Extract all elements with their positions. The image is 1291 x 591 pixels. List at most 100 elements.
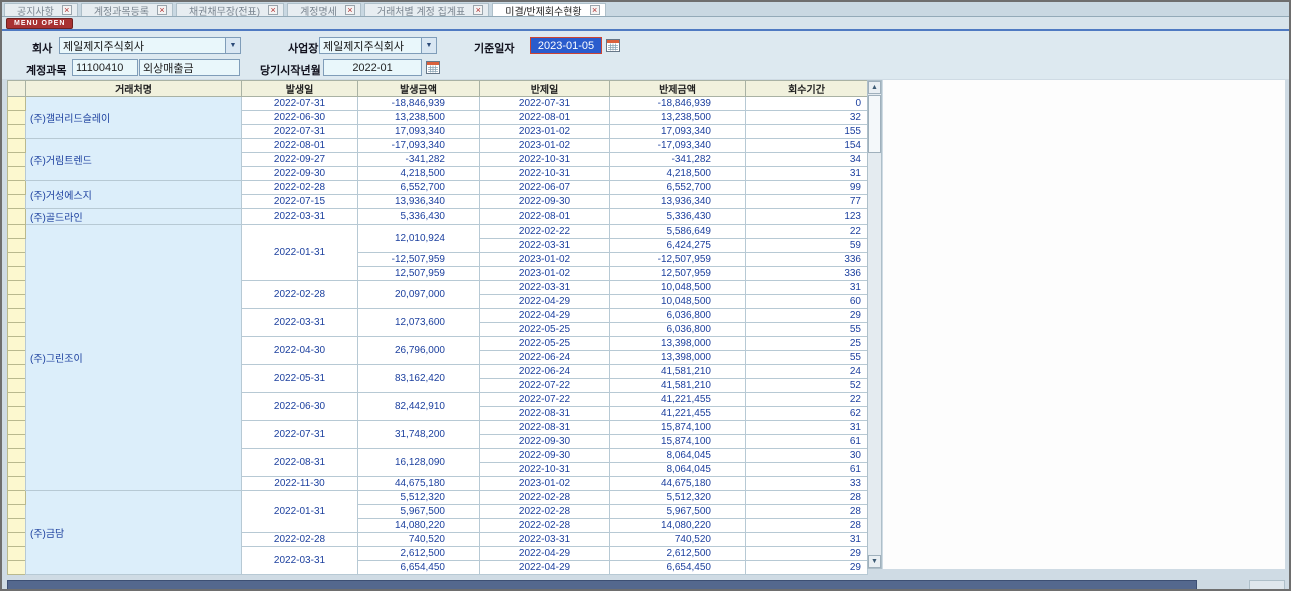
scroll-down-icon[interactable]: ▼ (868, 555, 881, 568)
tab-거래처별 계정 집계표[interactable]: 거래처별 계정 집계표× (364, 3, 489, 16)
row-indicator[interactable] (8, 379, 26, 393)
row-indicator[interactable] (8, 519, 26, 533)
settlement-amount-cell[interactable]: -18,846,939 (610, 97, 746, 111)
customer-name-cell[interactable]: (주)골드라인 (26, 209, 242, 225)
row-indicator[interactable] (8, 435, 26, 449)
calendar-icon[interactable] (606, 39, 620, 52)
collection-days-cell[interactable]: 29 (746, 309, 868, 323)
collection-days-cell[interactable]: 336 (746, 267, 868, 281)
collection-days-cell[interactable]: 34 (746, 153, 868, 167)
settlement-date-cell[interactable]: 2022-10-31 (480, 463, 610, 477)
customer-name-cell[interactable]: (주)거림트렌드 (26, 139, 242, 181)
settlement-amount-cell[interactable]: 15,874,100 (610, 435, 746, 449)
settlement-amount-cell[interactable]: -12,507,959 (610, 253, 746, 267)
settlement-date-cell[interactable]: 2023-01-02 (480, 267, 610, 281)
settlement-amount-cell[interactable]: 12,507,959 (610, 267, 746, 281)
settlement-amount-cell[interactable]: 5,967,500 (610, 505, 746, 519)
row-indicator[interactable] (8, 195, 26, 209)
settlement-date-cell[interactable]: 2022-02-28 (480, 505, 610, 519)
occurrence-date-cell[interactable]: 2022-07-31 (242, 97, 358, 111)
settlement-amount-cell[interactable]: -17,093,340 (610, 139, 746, 153)
settlement-date-cell[interactable]: 2022-02-28 (480, 491, 610, 505)
occurrence-amount-cell[interactable]: 13,238,500 (358, 111, 480, 125)
horizontal-scrollbar[interactable] (7, 580, 1247, 590)
row-indicator[interactable] (8, 463, 26, 477)
account-code-input[interactable] (72, 59, 138, 76)
occurrence-date-cell[interactable]: 2022-08-31 (242, 449, 358, 477)
collection-days-cell[interactable]: 155 (746, 125, 868, 139)
row-indicator[interactable] (8, 225, 26, 239)
settlement-date-cell[interactable]: 2022-04-29 (480, 295, 610, 309)
row-indicator[interactable] (8, 561, 26, 575)
settlement-amount-cell[interactable]: 4,218,500 (610, 167, 746, 181)
collection-days-cell[interactable]: 55 (746, 323, 868, 337)
occurrence-date-cell[interactable]: 2022-08-01 (242, 139, 358, 153)
settlement-amount-cell[interactable]: 13,398,000 (610, 351, 746, 365)
settlement-date-cell[interactable]: 2023-01-02 (480, 253, 610, 267)
occurrence-date-cell[interactable]: 2022-07-15 (242, 195, 358, 209)
settlement-amount-cell[interactable]: 41,581,210 (610, 379, 746, 393)
period-start-input[interactable] (323, 59, 422, 76)
occurrence-amount-cell[interactable]: 12,507,959 (358, 267, 480, 281)
occurrence-amount-cell[interactable]: 26,796,000 (358, 337, 480, 365)
tab-미결/반제회수현황[interactable]: 미결/반제회수현황× (492, 3, 605, 16)
collection-days-cell[interactable]: 59 (746, 239, 868, 253)
settlement-date-cell[interactable]: 2022-10-31 (480, 167, 610, 181)
settlement-amount-cell[interactable]: 8,064,045 (610, 449, 746, 463)
occurrence-amount-cell[interactable]: 13,936,340 (358, 195, 480, 209)
occurrence-amount-cell[interactable]: 5,967,500 (358, 505, 480, 519)
collection-days-cell[interactable]: 30 (746, 449, 868, 463)
vertical-scroll-thumb[interactable] (868, 95, 881, 153)
settlement-amount-cell[interactable]: 14,080,220 (610, 519, 746, 533)
settlement-amount-cell[interactable]: 6,036,800 (610, 309, 746, 323)
settlement-date-cell[interactable]: 2022-06-24 (480, 351, 610, 365)
customer-name-cell[interactable]: (주)갤러리드슬레이 (26, 97, 242, 139)
row-indicator[interactable] (8, 111, 26, 125)
collection-days-cell[interactable]: 31 (746, 533, 868, 547)
row-indicator[interactable] (8, 449, 26, 463)
occurrence-amount-cell[interactable]: -341,282 (358, 153, 480, 167)
tab-close-icon[interactable]: × (590, 5, 600, 15)
collection-days-cell[interactable]: 22 (746, 225, 868, 239)
tab-close-icon[interactable]: × (345, 5, 355, 15)
collection-days-cell[interactable]: 61 (746, 463, 868, 477)
row-indicator[interactable] (8, 153, 26, 167)
customer-name-cell[interactable]: (주)금담 (26, 491, 242, 575)
collection-days-cell[interactable]: 28 (746, 519, 868, 533)
occurrence-amount-cell[interactable]: -18,846,939 (358, 97, 480, 111)
occurrence-date-cell[interactable]: 2022-03-31 (242, 209, 358, 225)
row-indicator[interactable] (8, 533, 26, 547)
settlement-amount-cell[interactable]: 6,552,700 (610, 181, 746, 195)
settlement-date-cell[interactable]: 2023-01-02 (480, 477, 610, 491)
settlement-date-cell[interactable]: 2022-03-31 (480, 533, 610, 547)
tab-close-icon[interactable]: × (473, 5, 483, 15)
collection-days-cell[interactable]: 31 (746, 167, 868, 181)
occurrence-amount-cell[interactable]: 4,218,500 (358, 167, 480, 181)
settlement-amount-cell[interactable]: 8,064,045 (610, 463, 746, 477)
collection-days-cell[interactable]: 31 (746, 421, 868, 435)
occurrence-date-cell[interactable]: 2022-03-31 (242, 309, 358, 337)
settlement-amount-cell[interactable]: 5,586,649 (610, 225, 746, 239)
settlement-amount-cell[interactable]: 15,874,100 (610, 421, 746, 435)
row-indicator[interactable] (8, 477, 26, 491)
row-indicator[interactable] (8, 505, 26, 519)
settlement-date-cell[interactable]: 2022-06-07 (480, 181, 610, 195)
row-indicator[interactable] (8, 253, 26, 267)
row-indicator[interactable] (8, 323, 26, 337)
collection-days-cell[interactable]: 123 (746, 209, 868, 225)
row-indicator[interactable] (8, 209, 26, 225)
settlement-amount-cell[interactable]: 10,048,500 (610, 295, 746, 309)
row-indicator[interactable] (8, 167, 26, 181)
occurrence-amount-cell[interactable]: 14,080,220 (358, 519, 480, 533)
settlement-date-cell[interactable]: 2022-03-31 (480, 281, 610, 295)
settlement-date-cell[interactable]: 2022-10-31 (480, 153, 610, 167)
row-indicator[interactable] (8, 351, 26, 365)
collection-days-cell[interactable]: 31 (746, 281, 868, 295)
occurrence-date-cell[interactable]: 2022-05-31 (242, 365, 358, 393)
occurrence-date-cell[interactable]: 2022-11-30 (242, 477, 358, 491)
row-indicator[interactable] (8, 491, 26, 505)
settlement-amount-cell[interactable]: 44,675,180 (610, 477, 746, 491)
tab-채권채무장(전표)[interactable]: 채권채무장(전표)× (176, 3, 284, 16)
settlement-amount-cell[interactable]: 41,581,210 (610, 365, 746, 379)
settlement-amount-cell[interactable]: 41,221,455 (610, 407, 746, 421)
